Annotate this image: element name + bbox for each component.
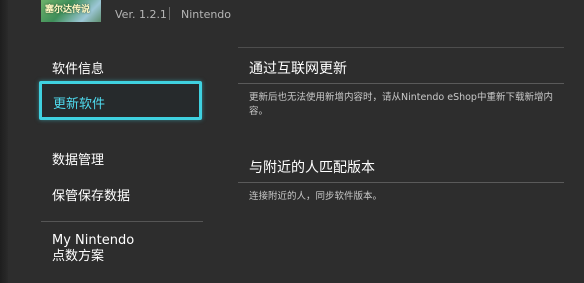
sidebar-item-software-info[interactable]: 软件信息 xyxy=(52,58,104,77)
left-edge-shadow xyxy=(0,0,8,283)
sidebar-item-update-software[interactable]: 更新软件 xyxy=(39,81,202,120)
sidebar-divider xyxy=(41,221,203,222)
content-top-divider xyxy=(238,47,564,48)
match-version-nearby-description: 连接附近的人，同步软件版本。 xyxy=(249,191,383,202)
header-separator xyxy=(169,7,170,20)
update-via-internet-description: 更新后也无法使用新增内容时，请从Nintendo eShop中重新下载新增内容。 xyxy=(249,92,553,117)
publisher-label: Nintendo xyxy=(181,8,232,21)
sidebar-item-data-management[interactable]: 数据管理 xyxy=(52,149,104,168)
section-divider xyxy=(238,182,564,183)
game-title-art: 塞尔达传说 xyxy=(45,5,91,15)
sidebar-item-save-data[interactable]: 保管保存数据 xyxy=(52,185,130,204)
sidebar-item-label-line2: 点数方案 xyxy=(52,249,105,264)
header-bar: 塞尔达传说 Ver. 1.2.1 Nintendo xyxy=(0,0,584,28)
game-thumbnail: 塞尔达传说 xyxy=(41,0,101,22)
section-divider xyxy=(238,83,564,84)
update-via-internet-button[interactable]: 通过互联网更新 xyxy=(249,58,347,78)
version-label: Ver. 1.2.1 xyxy=(115,8,167,21)
sidebar-item-my-nintendo[interactable]: My Nintendo 点数方案 xyxy=(52,233,134,265)
sidebar-item-label-line1: My Nintendo xyxy=(52,233,135,248)
sidebar-item-label: 更新软件 xyxy=(53,97,106,112)
match-version-nearby-button[interactable]: 与附近的人匹配版本 xyxy=(249,157,375,177)
